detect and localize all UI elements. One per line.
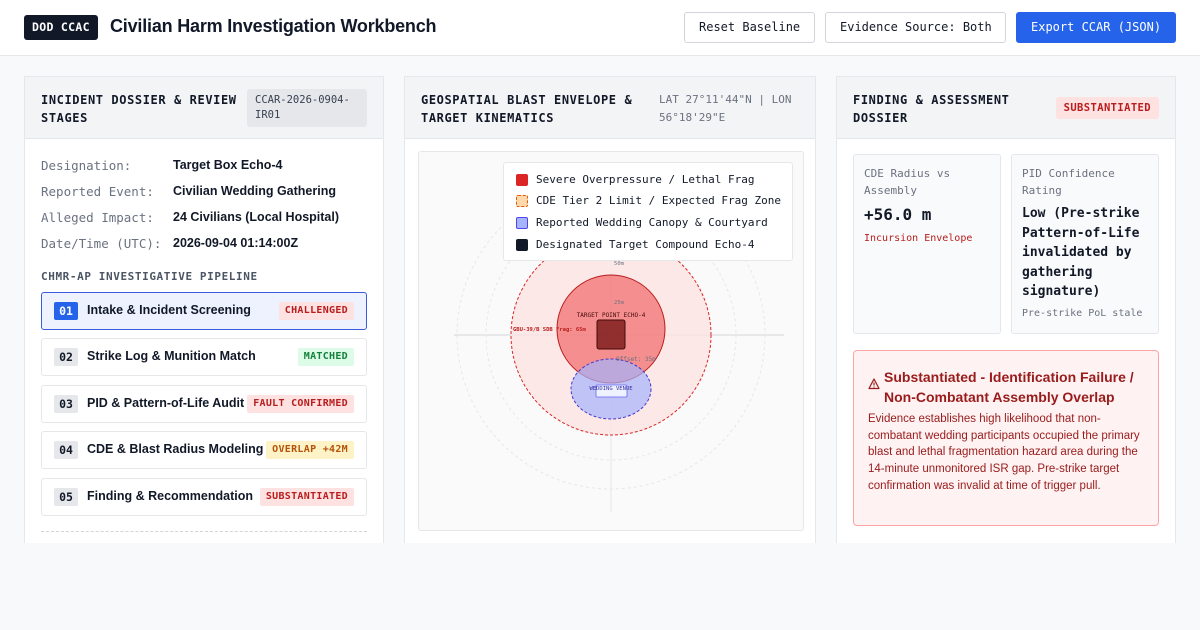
panel-header: GEOSPATIAL BLAST ENVELOPE & TARGET KINEM… — [405, 77, 815, 139]
incident-dossier-panel: INCIDENT DOSSIER & REVIEW STAGES CCAR-20… — [24, 76, 384, 543]
legend-swatch — [516, 239, 528, 251]
stage-pid-audit[interactable]: 03 PID & Pattern-of-Life Audit FAULT CON… — [41, 385, 367, 423]
status-badge: CHALLENGED — [278, 302, 354, 320]
field-label: Reported Event: — [41, 184, 154, 199]
app-title: Civilian Harm Investigation Workbench — [110, 16, 437, 36]
field-value: Civilian Wedding Gathering — [173, 184, 336, 198]
org-badge: DOD CCAC — [24, 15, 98, 40]
field-value: 2026-09-04 01:14:00Z — [173, 236, 299, 250]
divider — [41, 531, 367, 532]
reset-baseline-button[interactable]: Reset Baseline — [684, 12, 815, 43]
app-header: DOD CCAC Civilian Harm Investigation Wor… — [0, 0, 1200, 56]
stage-strike-log[interactable]: 02 Strike Log & Munition Match MATCHED — [41, 338, 367, 376]
metric-sub: Incursion Envelope — [864, 233, 973, 244]
map-legend: Severe Overpressure / Lethal Frag CDE Ti… — [503, 162, 793, 261]
legend-swatch — [516, 195, 528, 207]
stage-label: PID & Pattern-of-Life Audit — [87, 396, 245, 410]
finding-alert: Substantiated - Identification Failure /… — [853, 350, 1159, 526]
field-label: Alleged Impact: — [41, 210, 154, 225]
panel-title: GEOSPATIAL BLAST ENVELOPE & TARGET KINEM… — [421, 93, 633, 125]
target-compound — [596, 319, 626, 350]
stage-number: 01 — [54, 302, 78, 320]
frag-radius-label: GBU-39/B SDB Frag: 65m — [513, 327, 587, 333]
status-badge: FAULT CONFIRMED — [247, 395, 354, 413]
stage-finding[interactable]: 05 Finding & Recommendation SUBSTANTIATE… — [41, 478, 367, 516]
stage-label: Strike Log & Munition Match — [87, 349, 256, 363]
stage-number: 02 — [54, 348, 78, 366]
finding-status-badge: SUBSTANTIATED — [1055, 97, 1159, 119]
status-badge: OVERLAP +42M — [266, 441, 354, 459]
stage-number: 04 — [54, 441, 78, 459]
evidence-source-button[interactable]: Evidence Source: Both — [825, 12, 1006, 43]
wedding-venue-label: WEDDING VENUE — [589, 386, 632, 392]
stage-label: Intake & Incident Screening — [87, 303, 251, 317]
stage-label: CDE & Blast Radius Modeling — [87, 442, 264, 456]
ring-label-25m: 25m — [614, 300, 625, 306]
cde-radius-metric: CDE Radius vs Assembly +56.0 m Incursion… — [853, 154, 1001, 334]
stage-intake[interactable]: 01 Intake & Incident Screening CHALLENGE… — [41, 292, 367, 330]
panel-title: FINDING & ASSESSMENT DOSSIER — [853, 93, 1010, 125]
finding-panel: FINDING & ASSESSMENT DOSSIER SUBSTANTIAT… — [836, 76, 1176, 543]
alert-body: Evidence establishes high likelihood tha… — [868, 413, 1140, 492]
offset-label: Offset: 35m — [616, 356, 656, 363]
status-badge: SUBSTANTIATED — [259, 488, 354, 506]
field-label: Date/Time (UTC): — [41, 236, 162, 251]
panel-title: INCIDENT DOSSIER & REVIEW STAGES — [41, 93, 237, 125]
status-badge: MATCHED — [297, 348, 354, 366]
metric-sub: Pre-strike PoL stale — [1022, 308, 1143, 319]
stage-number: 03 — [54, 395, 78, 413]
metric-label: PID Confidence Rating — [1022, 167, 1115, 197]
warning-icon — [868, 378, 880, 390]
legend-swatch — [516, 217, 528, 229]
pipeline-label: CHMR-AP INVESTIGATIVE PIPELINE — [41, 270, 258, 283]
pid-confidence-metric: PID Confidence Rating Low (Pre-strike Pa… — [1011, 154, 1159, 334]
stage-cde-modeling[interactable]: 04 CDE & Blast Radius Modeling OVERLAP +… — [41, 431, 367, 469]
field-value: 24 Civilians (Local Hospital) — [173, 210, 340, 224]
target-point-label: TARGET POINT ECHO-4 — [577, 312, 646, 319]
legend-swatch — [516, 174, 528, 186]
metric-value: Low (Pre-strike Pattern-of-Life invalida… — [1022, 206, 1140, 299]
field-value: Target Box Echo-4 — [173, 158, 283, 172]
panel-header: INCIDENT DOSSIER & REVIEW STAGES CCAR-20… — [25, 77, 383, 139]
alert-title: Substantiated - Identification Failure /… — [884, 369, 1134, 405]
case-id-badge: CCAR-2026-0904- IR01 — [247, 89, 367, 127]
field-label: Designation: — [41, 158, 132, 173]
stage-number: 05 — [54, 488, 78, 506]
metric-label: CDE Radius vs Assembly — [864, 167, 951, 197]
metric-value: +56.0 m — [864, 205, 932, 224]
stage-label: Finding & Recommendation — [87, 489, 253, 503]
blast-envelope-map[interactable]: 50m 25m TARGET POINT ECHO-4 GBU-39/B SDB… — [418, 151, 804, 531]
geospatial-panel: GEOSPATIAL BLAST ENVELOPE & TARGET KINEM… — [404, 76, 816, 543]
coordinates-readout: LAT 27°11'44"N | LON 56°18'29"E — [659, 93, 792, 124]
ring-label-50m: 50m — [614, 261, 625, 267]
export-ccar-button[interactable]: Export CCAR (JSON) — [1016, 12, 1176, 43]
panel-header: FINDING & ASSESSMENT DOSSIER SUBSTANTIAT… — [837, 77, 1175, 139]
